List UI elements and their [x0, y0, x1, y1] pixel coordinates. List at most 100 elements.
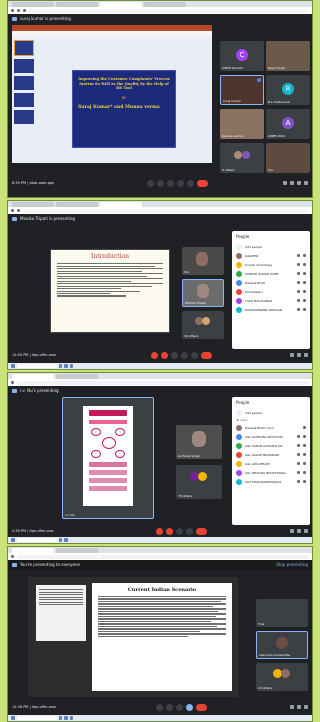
participant-row[interactable]: JAGCEER: [232, 251, 310, 260]
browser-tab-active[interactable]: [100, 2, 142, 7]
participant-row[interactable]: Suresh Chandaiya: [232, 260, 310, 269]
chat-icon[interactable]: [304, 529, 308, 533]
more-icon[interactable]: [303, 299, 306, 302]
slide-thumbnail[interactable]: [36, 585, 86, 641]
participant-tile[interactable]: Archana Singh: [176, 425, 222, 459]
slide-thumbnails[interactable]: [14, 40, 34, 160]
more-icon[interactable]: [303, 471, 306, 474]
participant-row[interactable]: RAGHAVENDRA MADAAN: [232, 305, 310, 314]
slide-thumbnail[interactable]: [14, 59, 34, 73]
stop-presenting-button[interactable]: Stop presenting: [276, 562, 308, 567]
end-call-button[interactable]: [195, 703, 207, 711]
browser-tab-active[interactable]: [100, 202, 142, 207]
app-icon[interactable]: [64, 538, 68, 542]
participant-row[interactable]: AGL ARIA BHART: [232, 459, 310, 468]
url-field[interactable]: [23, 208, 309, 213]
participant-tile[interactable]: You: [266, 143, 310, 173]
participant-tile[interactable]: 79 others: [176, 465, 222, 499]
mic-button[interactable]: [155, 527, 163, 535]
participant-tile[interactable]: R R.s chaturvedi: [266, 75, 310, 105]
url-field[interactable]: [17, 554, 309, 559]
people-icon[interactable]: [297, 705, 301, 709]
back-icon[interactable]: [11, 381, 14, 384]
app-icon[interactable]: [64, 716, 68, 720]
more-icon[interactable]: [303, 426, 306, 429]
forward-icon[interactable]: [17, 9, 20, 12]
end-call-button[interactable]: [197, 179, 208, 187]
more-options-button[interactable]: [187, 179, 194, 187]
more-icon[interactable]: [303, 272, 306, 275]
slide-thumbnail[interactable]: [14, 76, 34, 90]
presentation-tile[interactable]: r.v. Nu: [62, 397, 154, 519]
participant-tile[interactable]: A AMEE 2022: [266, 109, 310, 139]
more-icon[interactable]: [303, 462, 306, 465]
captions-button[interactable]: [167, 179, 174, 187]
browser-tab[interactable]: [144, 2, 186, 7]
camera-button[interactable]: [160, 351, 168, 359]
camera-button[interactable]: [157, 179, 164, 187]
app-icon[interactable]: [69, 716, 73, 720]
back-icon[interactable]: [11, 555, 14, 558]
forward-icon[interactable]: [17, 209, 20, 212]
taskbar-search[interactable]: [16, 538, 57, 542]
participant-tile[interactable]: Adarrunsh Annapuratha: [256, 631, 308, 659]
browser-tab[interactable]: [56, 2, 98, 7]
participant-tile[interactable]: Payal Singh: [266, 41, 310, 71]
browser-tab[interactable]: [56, 202, 98, 207]
app-icon[interactable]: [69, 364, 73, 368]
participant-row[interactable]: AGL DEVIARA BOOTSTANAL: [232, 468, 310, 477]
participant-row[interactable]: Deepak Bhati (You): [232, 423, 310, 432]
url-field[interactable]: [17, 380, 309, 385]
add-people-button[interactable]: Add people: [232, 408, 310, 417]
more-icon[interactable]: [303, 290, 306, 293]
browser-tab-active[interactable]: [12, 548, 54, 553]
captions-button[interactable]: [175, 703, 183, 711]
more-icon[interactable]: [303, 453, 306, 456]
browser-tab[interactable]: [56, 548, 98, 553]
more-icon[interactable]: [303, 281, 306, 284]
chat-icon[interactable]: [297, 181, 301, 185]
info-icon[interactable]: [290, 705, 294, 709]
taskbar-search[interactable]: [16, 364, 57, 368]
more-icon[interactable]: [303, 308, 306, 311]
present-button[interactable]: [185, 703, 193, 711]
app-icon[interactable]: [58, 364, 62, 368]
app-icon[interactable]: [58, 716, 62, 720]
participant-tile[interactable]: 24 others: [256, 663, 308, 691]
info-icon[interactable]: [290, 529, 294, 533]
chat-icon[interactable]: [304, 353, 308, 357]
participant-tile[interactable]: suraj kumar: [220, 75, 264, 105]
url-field[interactable]: [29, 8, 309, 13]
mic-button[interactable]: [155, 703, 163, 711]
info-icon[interactable]: [290, 353, 294, 357]
present-button[interactable]: [185, 527, 193, 535]
start-icon[interactable]: [11, 364, 15, 368]
start-icon[interactable]: [11, 538, 15, 542]
captions-button[interactable]: [170, 351, 178, 359]
slide-thumbnail[interactable]: [14, 40, 34, 56]
browser-tab-active[interactable]: [12, 374, 54, 379]
app-icon[interactable]: [58, 538, 62, 542]
slide-thumbnail[interactable]: [14, 93, 34, 107]
end-call-button[interactable]: [200, 351, 212, 359]
participant-row[interactable]: AGL KARAN GOHANTI MA: [232, 441, 310, 450]
browser-tab[interactable]: [12, 202, 54, 207]
back-icon[interactable]: [11, 9, 14, 12]
captions-button[interactable]: [175, 527, 183, 535]
participant-tile[interactable]: Tina: [256, 599, 308, 627]
participant-row[interactable]: AGL ASHRUBA MOHIYOTA: [232, 432, 310, 441]
participant-row[interactable]: Deepak Bhati: [232, 278, 310, 287]
activities-icon[interactable]: [304, 181, 308, 185]
camera-button[interactable]: [165, 703, 173, 711]
participant-tile[interactable]: munna verma: [220, 109, 264, 139]
camera-button[interactable]: [165, 527, 173, 535]
participant-row[interactable]: AGT SHAN BANSTANAAL: [232, 477, 310, 486]
mic-button[interactable]: [147, 179, 154, 187]
participant-tile[interactable]: Monika Tripati: [182, 279, 224, 307]
participant-row[interactable]: AGL AKASH BHANDARY: [232, 450, 310, 459]
participant-tile[interactable]: 30 others: [182, 311, 224, 339]
participant-row[interactable]: SURESH KUMAR DUBE: [232, 269, 310, 278]
present-button[interactable]: [177, 179, 184, 187]
more-icon[interactable]: [303, 263, 306, 266]
app-icon[interactable]: [64, 364, 68, 368]
